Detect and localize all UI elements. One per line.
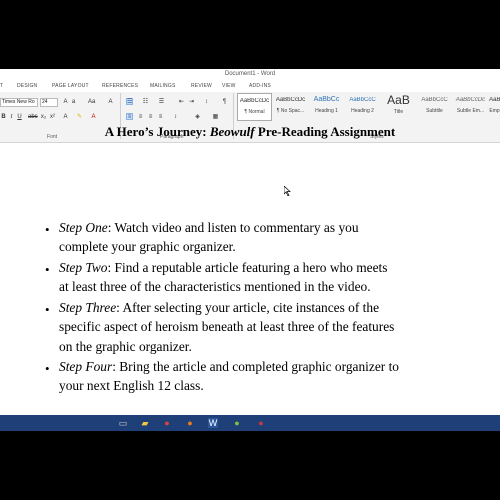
step-1-line-1: Step One: Watch video and listen to comm… [59, 220, 359, 235]
font-family-select[interactable]: Times New Ro [0, 98, 38, 107]
decrease-indent-icon[interactable]: ⇤ [178, 99, 185, 106]
style-emphasis[interactable]: AaBb Emp [489, 93, 500, 121]
app-icon-2[interactable]: ● [256, 418, 266, 428]
step-2-line-2: at least three of the characteristics me… [59, 279, 371, 294]
bold-icon[interactable]: B [0, 114, 7, 121]
font-color-icon[interactable]: A [90, 114, 97, 121]
word-taskbar-icon[interactable]: W [208, 418, 218, 428]
multilevel-list-icon[interactable]: ☰ [158, 99, 165, 106]
style-preview: AaBbCcC [421, 97, 448, 103]
bullet-marker: • [45, 222, 50, 237]
style-subtle-emphasis[interactable]: AaBbCcDc Subtle Em... [453, 93, 488, 121]
borders-icon[interactable]: ▦ [212, 114, 219, 121]
align-right-icon[interactable]: ≡ [147, 114, 154, 121]
style-preview: AaB [387, 93, 410, 107]
file-explorer-icon[interactable]: ▰ [140, 418, 150, 428]
step-3-line-1: Step Three: After selecting your article… [59, 300, 380, 315]
strikethrough-icon[interactable]: abc [28, 114, 38, 121]
bullet-marker: • [45, 302, 50, 317]
step-label: Step One [59, 220, 108, 235]
title-bar: Document1 - Word [0, 69, 500, 81]
style-preview: AaBbCcC [349, 97, 376, 103]
change-case-icon[interactable]: Aa [88, 99, 95, 106]
heading-italic-title: Beowulf [209, 124, 255, 139]
step-3-line-3: on the graphic organizer. [59, 339, 192, 354]
style-name: Subtitle [426, 108, 443, 114]
style-title[interactable]: AaB Title [381, 93, 416, 121]
italic-icon[interactable]: I [8, 114, 15, 121]
style-preview: AaBbCc [313, 96, 340, 103]
firefox-icon[interactable]: ● [185, 418, 195, 428]
style-heading-1[interactable]: AaBbCc Heading 1 [309, 93, 344, 121]
style-preview: AaBbCcDc [275, 97, 306, 103]
tab-mailings[interactable]: MAILINGS [150, 83, 176, 89]
document-title: Document1 - Word [224, 71, 276, 77]
style-no-spacing[interactable]: AaBbCcDc ¶ No Spac... [273, 93, 308, 121]
tab-add-ins[interactable]: ADD-INS [249, 83, 271, 89]
step-label: Step Four [59, 359, 113, 374]
shrink-font-icon[interactable]: a [70, 99, 77, 106]
style-normal[interactable]: AaBbCcDc ¶ Normal [237, 93, 272, 121]
step-3-line-2: specific aspect of heroism beneath at le… [59, 319, 395, 334]
step-4-line-1: Step Four: Bring the article and complet… [59, 359, 399, 374]
clear-formatting-icon[interactable]: A [107, 99, 114, 106]
step-1-line-2: complete your graphic organizer. [59, 239, 236, 254]
step-4-line-2: your next English 12 class. [59, 378, 204, 393]
task-view-icon[interactable]: ▭ [118, 418, 128, 428]
grow-font-icon[interactable]: A [62, 99, 69, 106]
step-label: Step Three [59, 300, 117, 315]
style-name: Emp [489, 108, 500, 114]
subscript-icon[interactable]: x₂ [40, 114, 47, 121]
chrome-icon[interactable]: ● [162, 418, 172, 428]
taskbar: ▭ ▰ ● ● W ● ● [0, 415, 500, 431]
mouse-cursor-icon [284, 186, 291, 196]
bullet-marker: • [45, 361, 50, 376]
app-icon[interactable]: ● [232, 418, 242, 428]
tab-references[interactable]: REFERENCES [102, 83, 138, 89]
step-2-line-1: Step Two: Find a reputable article featu… [59, 260, 388, 275]
shading-icon[interactable]: ◈ [194, 114, 201, 121]
numbering-icon[interactable]: ☷ [142, 99, 149, 106]
text-effects-icon[interactable]: A [62, 114, 69, 121]
style-name: ¶ Normal [244, 109, 265, 115]
bullets-icon[interactable]: ☰ [126, 98, 133, 105]
style-heading-2[interactable]: AaBbCcC Heading 2 [345, 93, 380, 121]
style-preview: AaBb [489, 97, 500, 103]
line-spacing-icon[interactable]: ↕ [172, 114, 179, 121]
underline-icon[interactable]: U [16, 114, 23, 121]
style-name: Heading 1 [315, 108, 338, 114]
style-name: Title [393, 109, 404, 115]
font-size-select[interactable]: 24 [40, 98, 58, 107]
sort-icon[interactable]: ↕ [203, 99, 210, 106]
style-name: Subtle Em... [456, 108, 485, 114]
tab-page-layout[interactable]: PAGE LAYOUT [52, 83, 89, 89]
document-heading: A Hero’s Journey: Beowulf Pre-Reading As… [104, 124, 396, 139]
ribbon-tabs: T DESIGN PAGE LAYOUT REFERENCES MAILINGS… [0, 81, 500, 91]
step-label: Step Two [59, 260, 108, 275]
style-name: Heading 2 [351, 108, 374, 114]
tab-view[interactable]: VIEW [222, 83, 236, 89]
styles-gallery: AaBbCcDc ¶ Normal AaBbCcDc ¶ No Spac... … [237, 93, 500, 123]
align-center-icon[interactable]: ≡ [137, 114, 144, 121]
style-name: ¶ No Spac... [276, 108, 305, 114]
style-preview: AaBbCcDc [239, 98, 270, 104]
justify-icon[interactable]: ≡ [157, 114, 164, 121]
align-left-icon[interactable]: ≡ [126, 113, 133, 120]
tab-design[interactable]: DESIGN [17, 83, 37, 89]
superscript-icon[interactable]: x² [49, 114, 56, 121]
style-preview: AaBbCcDc [455, 97, 486, 103]
tab-review[interactable]: REVIEW [191, 83, 212, 89]
bullet-marker: • [45, 262, 50, 277]
tab-home[interactable]: T [0, 83, 3, 89]
highlight-icon[interactable]: ✎ [76, 114, 83, 121]
increase-indent-icon[interactable]: ⇥ [188, 99, 195, 106]
show-formatting-icon[interactable]: ¶ [221, 99, 228, 106]
style-subtitle[interactable]: AaBbCcC Subtitle [417, 93, 452, 121]
